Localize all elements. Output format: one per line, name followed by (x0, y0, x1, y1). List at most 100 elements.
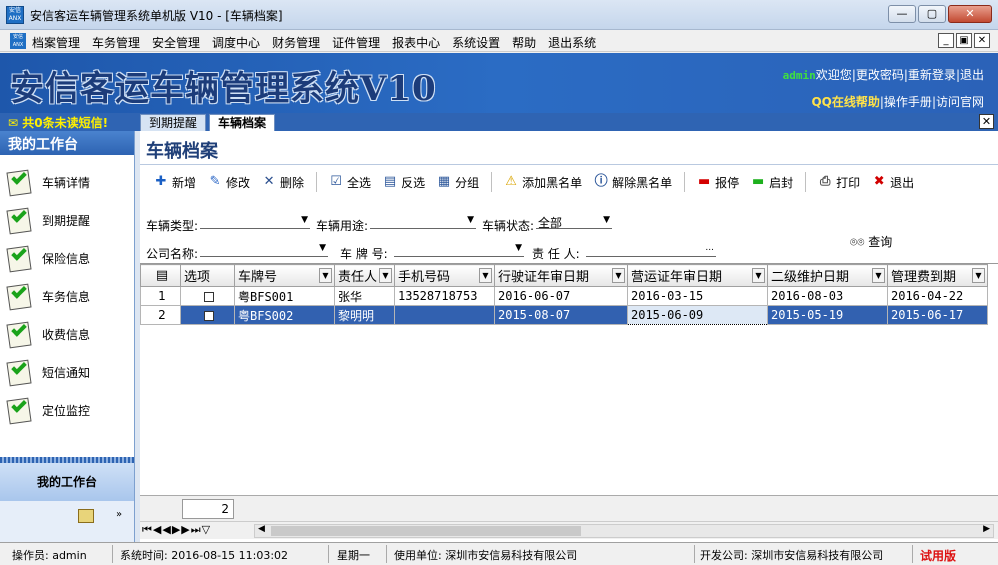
sidebar-item[interactable]: 收费信息 (0, 315, 134, 353)
maximize-button[interactable]: ▢ (918, 5, 946, 23)
filter-dropdown-icon[interactable]: ▼ (872, 268, 885, 283)
toolbar-separator (316, 172, 318, 192)
scroll-left-icon[interactable]: ◀ (258, 524, 265, 534)
plate-select[interactable]: ▼ (394, 243, 524, 257)
suspend-button[interactable]: ▬ 报停 (697, 174, 739, 191)
cell-maintenance[interactable]: 2015-05-19 (767, 305, 888, 325)
mdi-close-button[interactable]: ✕ (974, 33, 990, 48)
cell-plate[interactable]: 粤BFS002 (234, 305, 335, 325)
close-tab-button[interactable]: ✕ (979, 114, 994, 129)
tab-vehicle-archive[interactable]: 车辆档案 (209, 114, 276, 131)
menu-item[interactable]: 证件管理 (332, 34, 380, 51)
menu-item[interactable]: 退出系统 (548, 34, 596, 51)
filter-dropdown-icon[interactable]: ▼ (752, 268, 765, 283)
change-password-link[interactable]: 更改密码 (856, 68, 904, 82)
col-operation-review[interactable]: 营运证年审日期 ▼ (627, 264, 768, 287)
col-license-review[interactable]: 行驶证年审日期 ▼ (494, 264, 628, 287)
close-button[interactable]: ✕ (948, 5, 992, 23)
sidebar-item[interactable]: 到期提醒 (0, 201, 134, 239)
welcome-text: 欢迎您 (815, 68, 852, 82)
website-link[interactable]: 访问官网 (936, 95, 984, 109)
sidebar-item[interactable]: 车辆详情 (0, 163, 134, 201)
add-blacklist-button[interactable]: ⚠ 添加黑名单 (504, 174, 582, 191)
filter-dropdown-icon[interactable]: ▼ (479, 268, 492, 283)
print-button[interactable]: ⎙ 打印 (818, 174, 860, 191)
cell-management-fee[interactable]: 2015-06-17 (887, 305, 988, 325)
vehicle-use-select[interactable]: ▼ (370, 215, 476, 229)
navigator-buttons[interactable]: ⏮◀◀▶▶⏭▽ (142, 523, 211, 537)
cell-plate[interactable]: 粤BFS001 (234, 286, 335, 306)
col-option[interactable]: 选项 (180, 264, 235, 287)
owner-picker-button[interactable]: ... (705, 243, 714, 253)
remove-blacklist-button[interactable]: ⓘ 解除黑名单 (594, 174, 673, 191)
manual-link[interactable]: 操作手册 (884, 95, 932, 109)
col-plate[interactable]: 车牌号 ▼ (234, 264, 335, 287)
group-button[interactable]: ▦ 分组 (437, 174, 479, 191)
tab-expiry-reminder[interactable]: 到期提醒 (140, 114, 207, 131)
delete-button[interactable]: ✕ 删除 (262, 174, 304, 191)
cell-license-review[interactable]: 2015-08-07 (494, 305, 628, 325)
mdi-minimize-button[interactable]: _ (938, 33, 954, 48)
menu-item[interactable]: 帮助 (512, 34, 536, 51)
menu-item[interactable]: 报表中心 (392, 34, 440, 51)
sidebar-footer-workbench[interactable]: 我的工作台 (0, 463, 134, 501)
owner-input[interactable]: ... (586, 243, 716, 257)
col-management-fee[interactable]: 管理费到期 ▼ (887, 264, 988, 287)
cell-operation-review[interactable]: 2015-06-09 (627, 305, 768, 325)
company-select[interactable]: ▼ (200, 243, 328, 257)
scrollbar-thumb[interactable] (271, 526, 581, 536)
vehicle-type-select[interactable]: ▼ (200, 215, 310, 229)
cell-license-review[interactable]: 2016-06-07 (494, 286, 628, 306)
filter-dropdown-icon[interactable]: ▼ (319, 268, 332, 283)
scroll-right-icon[interactable]: ▶ (983, 524, 990, 534)
cell-operation-review[interactable]: 2016-03-15 (627, 286, 768, 306)
edit-button[interactable]: ✎ 修改 (208, 174, 250, 191)
sidebar-item[interactable]: 定位监控 (0, 391, 134, 429)
resume-button[interactable]: ▬ 启封 (751, 174, 793, 191)
horizontal-scrollbar[interactable]: ◀ ▶ (254, 524, 994, 538)
logout-link[interactable]: 退出 (960, 68, 984, 82)
query-button[interactable]: ⌾⌾ 查询 (850, 233, 892, 250)
row-indicator-header[interactable]: ▤ (140, 264, 181, 287)
minimize-button[interactable]: — (888, 5, 916, 23)
vehicle-status-select[interactable]: 全部 ▼ (536, 215, 612, 230)
cell-phone[interactable]: 13528718753 (394, 286, 495, 306)
sidebar-item[interactable]: 保险信息 (0, 239, 134, 277)
filter-dropdown-icon[interactable]: ▼ (972, 268, 985, 283)
sidebar-item[interactable]: 短信通知 (0, 353, 134, 391)
row-number: 2 (140, 305, 181, 325)
col-owner[interactable]: 责任人 ▼ (334, 264, 395, 287)
cell-owner[interactable]: 黎明明 (334, 305, 395, 325)
table-row[interactable]: 2 粤BFS002 黎明明 2015-08-07 2015-06-09 2015… (140, 305, 988, 325)
col-phone[interactable]: 手机号码 ▼ (394, 264, 495, 287)
menu-item[interactable]: 系统设置 (452, 34, 500, 51)
row-checkbox[interactable] (204, 291, 214, 302)
cell-management-fee[interactable]: 2016-04-22 (887, 286, 988, 306)
cell-maintenance[interactable]: 2016-08-03 (767, 286, 888, 306)
cell-owner[interactable]: 张华 (334, 286, 395, 306)
exit-button[interactable]: ✖ 退出 (872, 174, 914, 191)
menu-item[interactable]: 财务管理 (272, 34, 320, 51)
menu-item[interactable]: 档案管理 (32, 34, 80, 51)
menu-item[interactable]: 调度中心 (212, 34, 260, 51)
sms-notice[interactable]: ✉ 共0条未读短信! (8, 114, 108, 131)
table-row[interactable]: 1 粤BFS001 张华 13528718753 2016-06-07 2016… (140, 286, 988, 306)
filter-dropdown-icon[interactable]: ▼ (612, 268, 625, 283)
menu-item[interactable]: 车务管理 (92, 34, 140, 51)
row-checkbox-cell[interactable] (180, 286, 235, 306)
relogin-link[interactable]: 重新登录 (908, 68, 956, 82)
more-chevron-icon[interactable]: » (116, 509, 122, 520)
filter-dropdown-icon[interactable]: ▼ (379, 268, 392, 283)
col-maintenance[interactable]: 二级维护日期 ▼ (767, 264, 888, 287)
notebook-icon[interactable] (78, 509, 94, 523)
menu-item[interactable]: 安全管理 (152, 34, 200, 51)
row-checkbox[interactable] (204, 310, 214, 321)
row-checkbox-cell[interactable] (180, 305, 235, 325)
invert-selection-button[interactable]: ▤ 反选 (383, 174, 425, 191)
add-button[interactable]: ✚ 新增 (154, 174, 196, 191)
mdi-restore-button[interactable]: ▣ (956, 33, 972, 48)
qq-help-link[interactable]: QQ在线帮助 (811, 95, 879, 109)
select-all-button[interactable]: ☑ 全选 (329, 174, 371, 191)
sidebar-item[interactable]: 车务信息 (0, 277, 134, 315)
cell-phone[interactable] (394, 305, 495, 325)
